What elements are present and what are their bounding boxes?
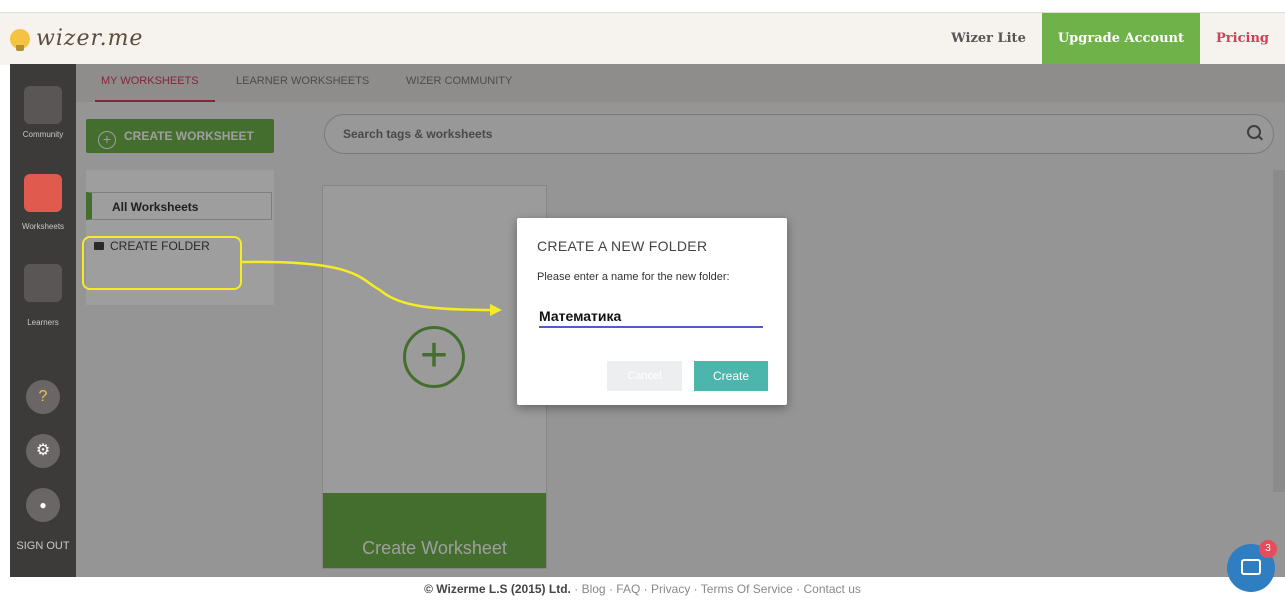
- sidebar-item-label: Community: [22, 130, 64, 139]
- footer: © Wizerme L.S (2015) Ltd. · Blog · FAQ ·…: [0, 577, 1285, 601]
- footer-link-faq[interactable]: FAQ: [616, 582, 640, 596]
- sign-out-link[interactable]: SIGN OUT: [10, 540, 76, 552]
- footer-link-contact[interactable]: Contact us: [804, 582, 861, 596]
- sidebar-item-community[interactable]: Community: [10, 86, 76, 139]
- user-icon[interactable]: ●: [26, 488, 60, 522]
- copyright-text: © Wizerme L.S (2015) Ltd.: [424, 582, 571, 596]
- footer-link-privacy[interactable]: Privacy: [651, 582, 690, 596]
- footer-link-terms[interactable]: Terms Of Service: [701, 582, 793, 596]
- sidebar-item-learners[interactable]: Learners: [10, 264, 76, 327]
- annotation-highlight: [82, 236, 242, 290]
- gear-icon[interactable]: ⚙: [26, 434, 60, 468]
- top-nav: Wizer Lite Upgrade Account Pricing: [935, 13, 1285, 65]
- learners-icon: [24, 264, 62, 302]
- sidebar-item-worksheets[interactable]: Worksheets: [10, 174, 76, 231]
- sidebar-item-label: Worksheets: [21, 222, 65, 231]
- help-icon[interactable]: ?: [26, 380, 60, 414]
- footer-link-blog[interactable]: Blog: [582, 582, 606, 596]
- bulb-icon: [10, 28, 30, 51]
- logo-text: wizer.me: [36, 26, 144, 51]
- chat-icon: [1241, 559, 1261, 575]
- sidebar-item-label: Learners: [27, 318, 59, 327]
- dialog-prompt: Please enter a name for the new folder:: [537, 271, 730, 283]
- sidebar: Community Worksheets Learners ? ⚙ ● SIGN…: [10, 64, 76, 577]
- top-bar: wizer.me Wizer Lite Upgrade Account Pric…: [0, 12, 1285, 65]
- dialog-title: CREATE A NEW FOLDER: [537, 238, 708, 254]
- worksheets-icon: [24, 174, 62, 212]
- upgrade-account-button[interactable]: Upgrade Account: [1041, 13, 1201, 65]
- folder-name-input[interactable]: [539, 306, 763, 328]
- chat-badge: 3: [1259, 540, 1277, 558]
- chat-launcher[interactable]: 3: [1227, 540, 1277, 592]
- community-icon: [24, 86, 62, 124]
- annotation-arrow: [241, 260, 502, 316]
- logo[interactable]: wizer.me: [10, 26, 143, 51]
- create-folder-dialog: CREATE A NEW FOLDER Please enter a name …: [517, 218, 787, 405]
- wizer-lite-link[interactable]: Wizer Lite: [935, 13, 1042, 65]
- cancel-button[interactable]: Cancel: [607, 361, 682, 391]
- pricing-link[interactable]: Pricing: [1200, 13, 1285, 65]
- create-button[interactable]: Create: [694, 361, 768, 391]
